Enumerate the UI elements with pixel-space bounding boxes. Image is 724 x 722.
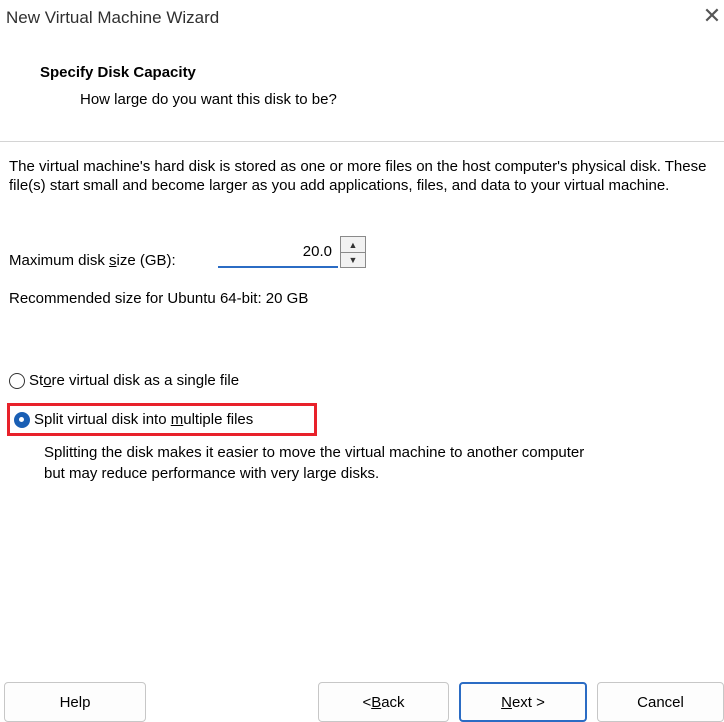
store-single-file-option[interactable]: Store virtual disk as a single file [9, 372, 239, 389]
window-title: New Virtual Machine Wizard [6, 8, 220, 27]
store-single-file-label: Store virtual disk as a single file [29, 372, 240, 389]
cancel-button[interactable]: Cancel [597, 682, 724, 722]
disk-size-stepper[interactable]: ▲ ▼ [340, 236, 366, 268]
split-multiple-files-label: Split virtual disk into multiple files [34, 411, 254, 428]
disk-size-label: Maximum disk size (GB): [9, 252, 176, 269]
radio-checked-icon[interactable] [14, 411, 30, 428]
radio-unchecked-icon[interactable] [9, 372, 25, 389]
close-icon[interactable]: ✕ [700, 3, 724, 28]
help-button[interactable]: Help [4, 682, 146, 722]
disk-description: The virtual machine's hard disk is store… [9, 158, 707, 194]
next-button[interactable]: Next > [459, 682, 587, 722]
stepper-up-icon[interactable]: ▲ [341, 237, 365, 253]
page-subtitle: How large do you want this disk to be? [80, 91, 337, 108]
stepper-down-icon[interactable]: ▼ [341, 252, 365, 267]
header-divider [0, 141, 724, 142]
recommended-size: Recommended size for Ubuntu 64-bit: 20 G… [9, 290, 309, 307]
split-description: Splitting the disk makes it easier to mo… [44, 444, 585, 482]
split-multiple-files-option[interactable]: Split virtual disk into multiple files [14, 411, 253, 428]
page-title: Specify Disk Capacity [40, 64, 196, 81]
back-button[interactable]: < Back [318, 682, 449, 722]
disk-size-input[interactable] [218, 236, 338, 268]
